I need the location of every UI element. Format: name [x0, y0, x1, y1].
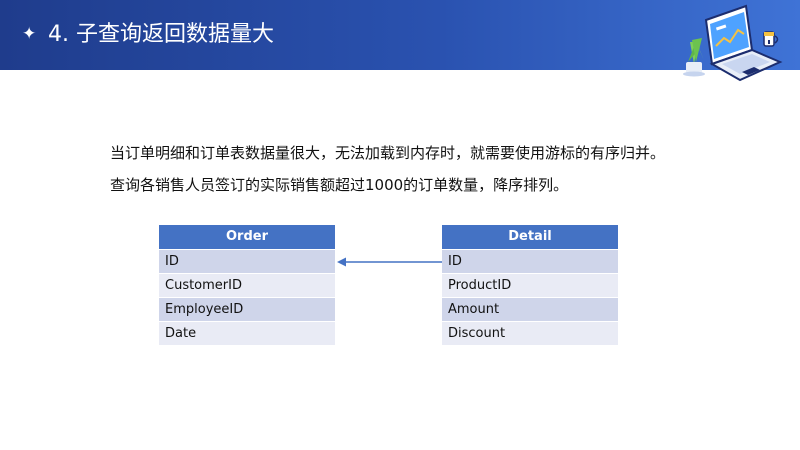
arrow-left-icon [337, 257, 442, 267]
slide-title: 4. 子查询返回数据量大 [48, 22, 274, 47]
paragraph-two: 查询各销售人员签订的实际销售额超过1000的订单数量，降序排列。 [110, 176, 569, 194]
detail-table-row: ProductID [442, 274, 618, 298]
paragraph-one: 当订单明细和订单表数据量很大，无法加载到内存时，就需要使用游标的有序归并。 [110, 144, 666, 162]
detail-table-row: Amount [442, 298, 618, 322]
detail-table-header: Detail [442, 225, 618, 250]
order-table-row: ID [159, 250, 335, 274]
star-bullet-icon: ✦ [22, 24, 37, 44]
detail-table-row: Discount [442, 322, 618, 346]
laptop-with-plant-icon [683, 4, 783, 82]
order-table-row: Date [159, 322, 335, 346]
order-table: Order ID CustomerID EmployeeID Date [159, 225, 335, 346]
order-table-header: Order [159, 225, 335, 250]
order-table-row: CustomerID [159, 274, 335, 298]
detail-table-row: ID [442, 250, 618, 274]
order-table-row: EmployeeID [159, 298, 335, 322]
detail-table: Detail ID ProductID Amount Discount [442, 225, 618, 346]
